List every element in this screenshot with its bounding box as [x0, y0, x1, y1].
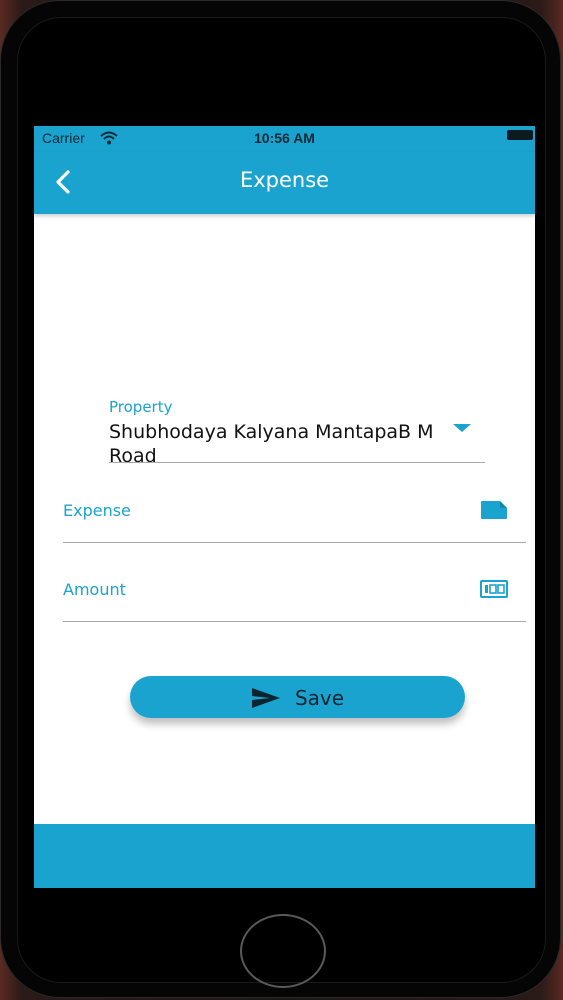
numbers-icon [480, 580, 508, 598]
nav-bar: Expense [34, 152, 535, 214]
amount-input[interactable] [63, 575, 463, 603]
send-icon [251, 687, 280, 708]
amount-field-container [63, 567, 526, 622]
bottom-bar [34, 824, 535, 888]
property-label: Property [109, 398, 173, 416]
dropdown-arrow-icon [453, 424, 471, 432]
property-value: Shubhodaya Kalyana MantapaB M Road [109, 421, 434, 463]
page-title: Expense [239, 168, 330, 192]
property-dropdown[interactable]: Property Shubhodaya Kalyana MantapaB M R… [109, 396, 485, 463]
expense-field-container [63, 488, 526, 543]
note-icon [481, 501, 507, 519]
app-screen: Carrier 10:56 AM Expense Property Shubho… [34, 126, 535, 888]
status-time: 10:56 AM [254, 130, 315, 146]
save-button-label: Save [294, 685, 345, 710]
status-bar: Carrier 10:56 AM [34, 126, 535, 152]
save-button-content: Save [130, 676, 465, 718]
home-button[interactable] [240, 914, 326, 988]
save-button[interactable]: Save [130, 676, 465, 718]
expense-input[interactable] [63, 496, 463, 524]
battery-icon [507, 130, 533, 140]
